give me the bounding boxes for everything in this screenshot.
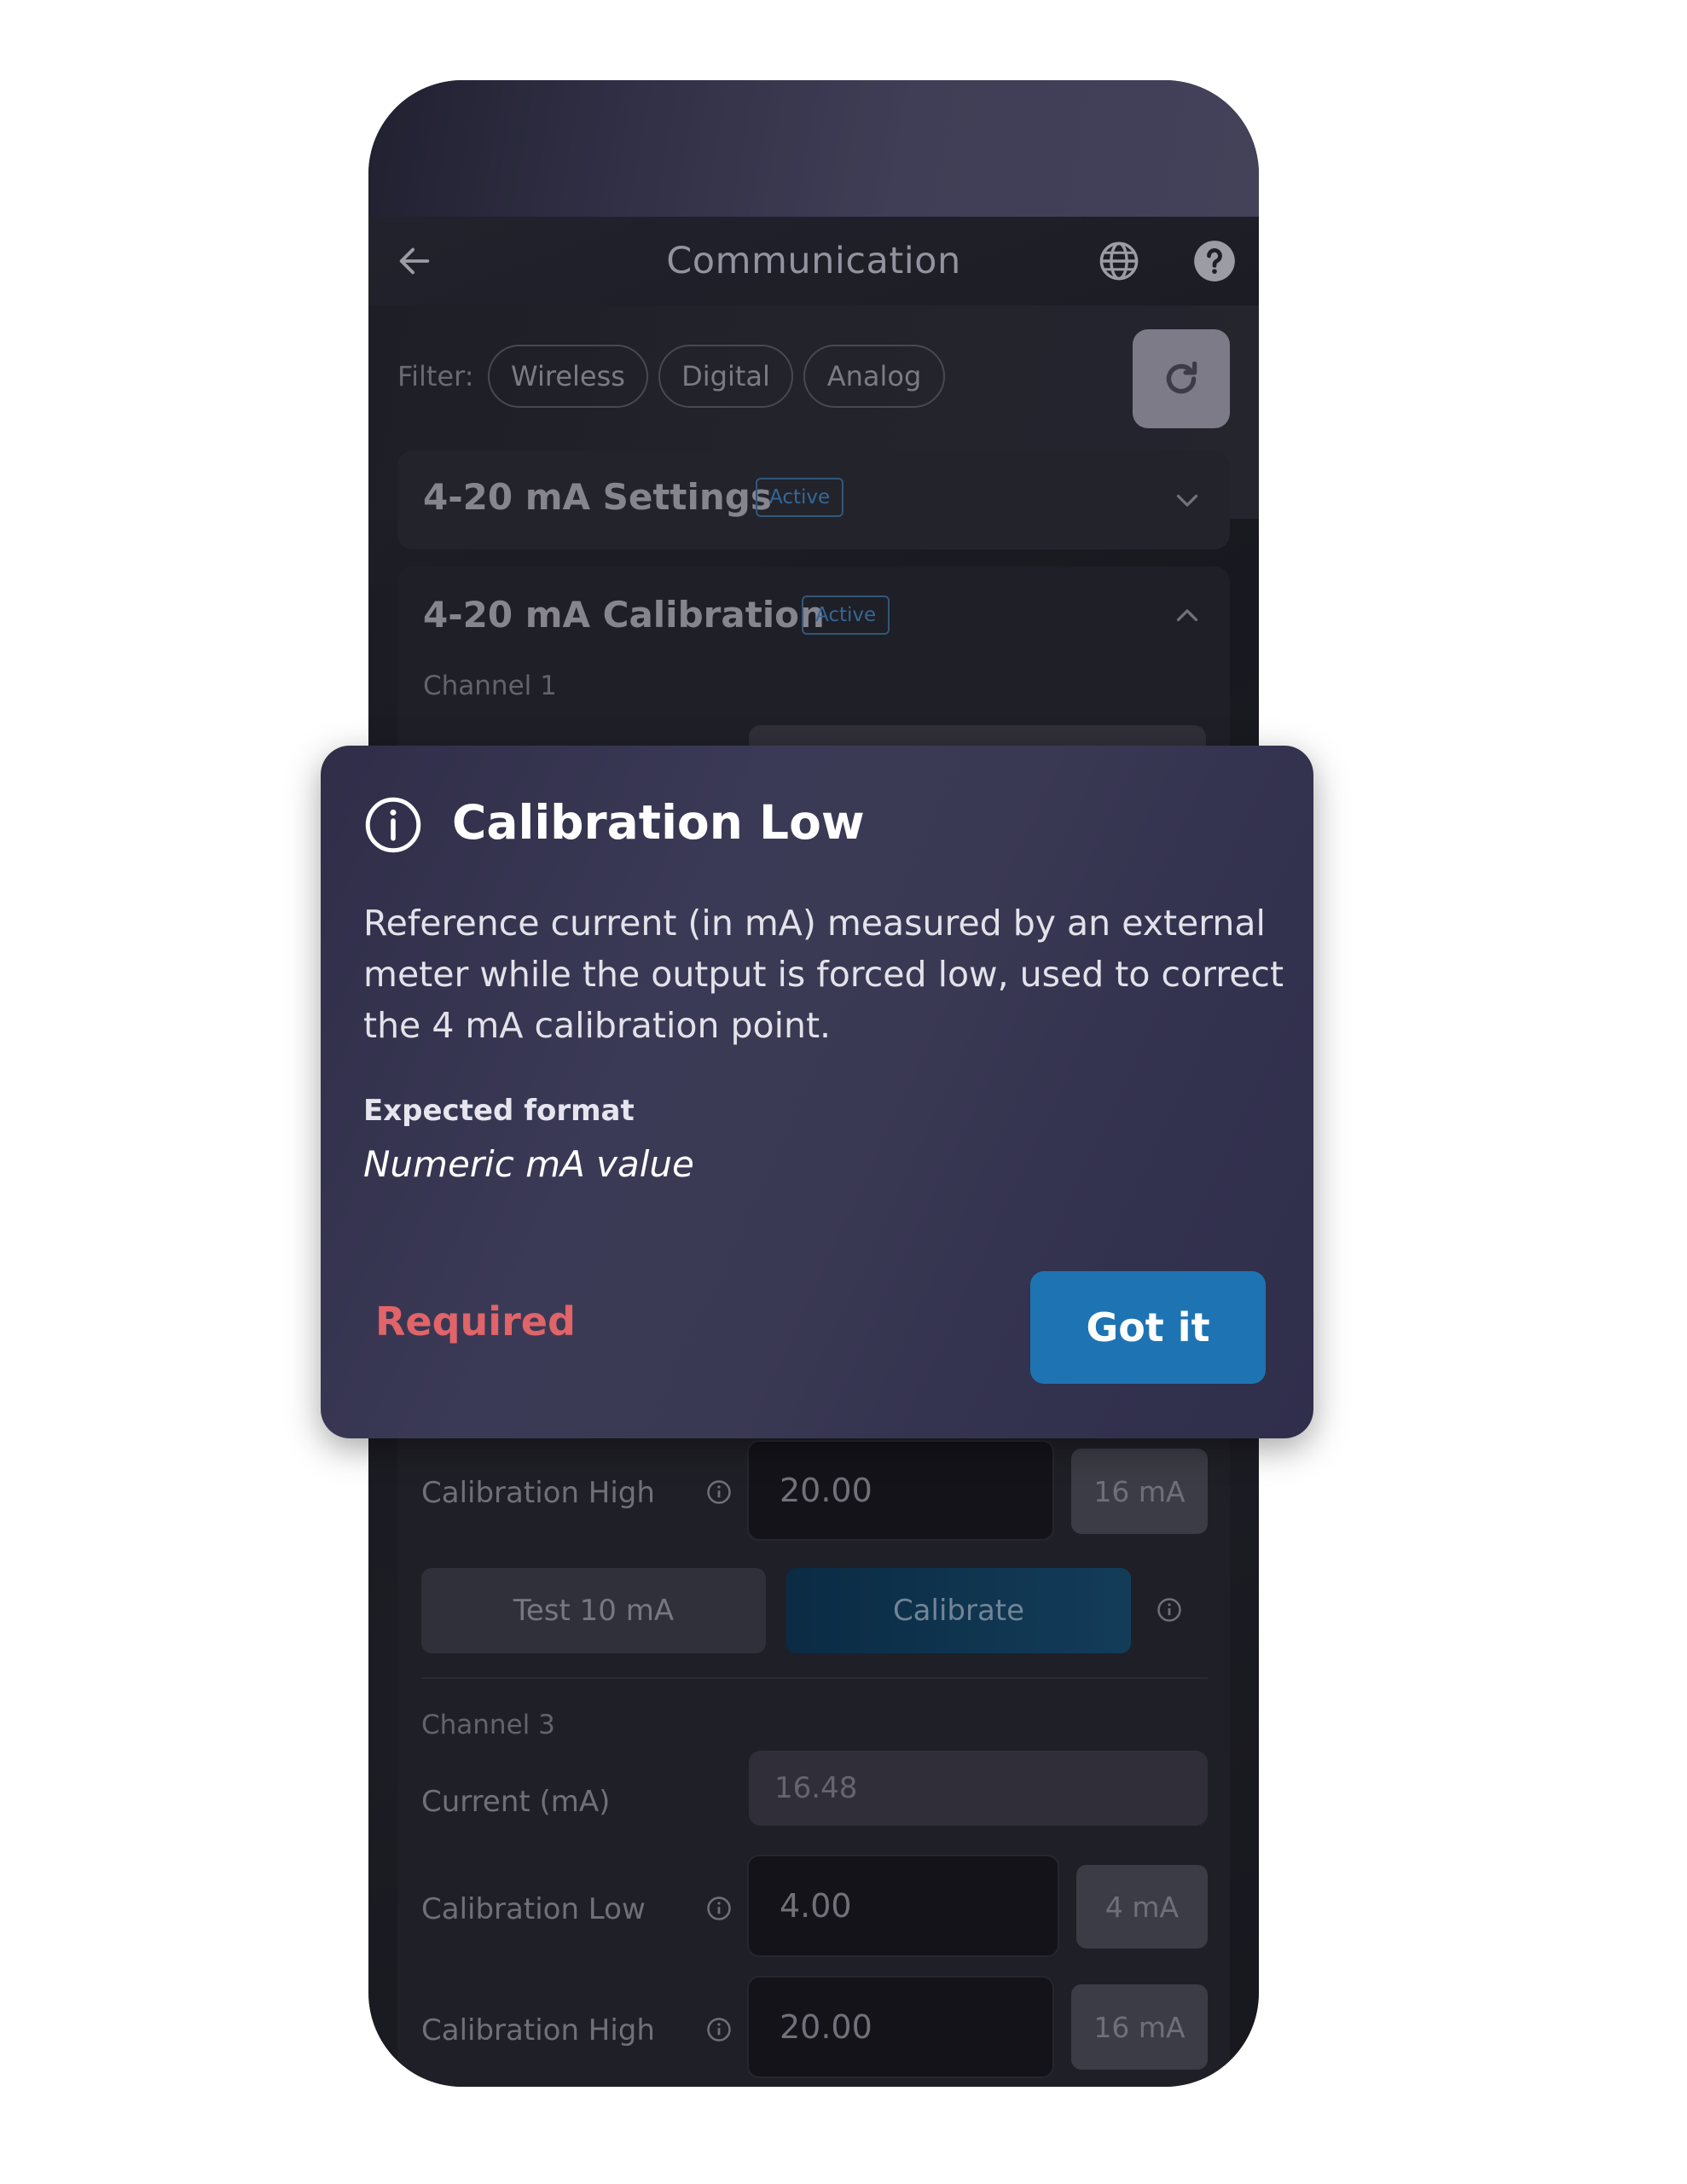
dialog-title: Calibration Low (452, 795, 865, 850)
format-value: Numeric mA value (363, 1143, 694, 1185)
dialog-body: Reference current (in mA) measured by an… (363, 903, 1284, 1046)
format-label: Expected format (363, 1094, 635, 1128)
info-dialog: Calibration Low Reference current (in mA… (321, 746, 1313, 1438)
info-icon (365, 797, 421, 853)
required-indicator: Required (375, 1298, 576, 1345)
got-it-button[interactable]: Got it (1030, 1271, 1266, 1384)
